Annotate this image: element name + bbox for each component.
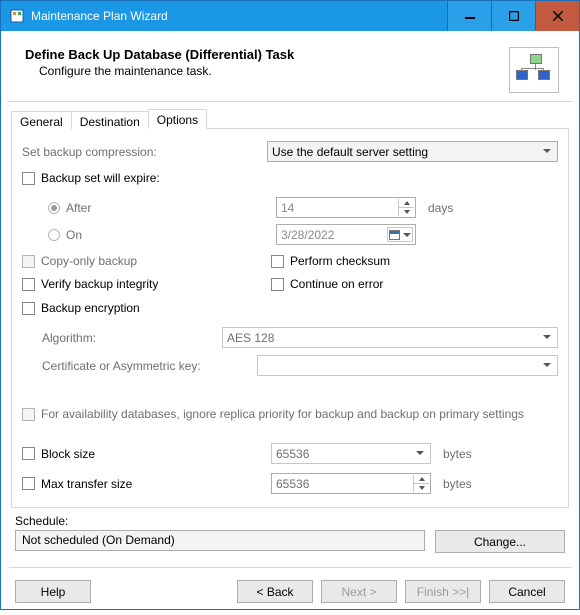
after-spinner: 14 bbox=[276, 197, 416, 218]
block-size-value: 65536 bbox=[276, 447, 309, 461]
page-subtitle: Configure the maintenance task. bbox=[25, 64, 509, 78]
on-radio bbox=[48, 229, 60, 241]
close-button[interactable] bbox=[535, 1, 579, 31]
after-radio bbox=[48, 202, 60, 214]
window-buttons bbox=[447, 1, 579, 31]
on-label: On bbox=[66, 228, 276, 242]
finish-button: Finish >>| bbox=[405, 580, 481, 603]
verify-integrity-label: Verify backup integrity bbox=[41, 277, 271, 291]
window-title: Maintenance Plan Wizard bbox=[31, 9, 447, 23]
change-button[interactable]: Change... bbox=[435, 530, 565, 553]
compression-label: Set backup compression: bbox=[22, 145, 267, 159]
chevron-down-icon bbox=[543, 335, 551, 339]
max-transfer-checkbox[interactable] bbox=[22, 477, 35, 490]
max-transfer-spinner: 65536 bbox=[271, 473, 431, 494]
algorithm-value: AES 128 bbox=[227, 331, 274, 345]
chevron-down-icon bbox=[543, 149, 551, 153]
max-transfer-value: 65536 bbox=[276, 477, 309, 491]
compression-value: Use the default server setting bbox=[272, 145, 428, 159]
perform-checksum-checkbox[interactable] bbox=[271, 255, 284, 268]
schedule-input: Not scheduled (On Demand) bbox=[15, 530, 425, 551]
encryption-checkbox[interactable] bbox=[22, 302, 35, 315]
wizard-header: Define Back Up Database (Differential) T… bbox=[1, 31, 579, 101]
compression-select[interactable]: Use the default server setting bbox=[267, 141, 558, 162]
block-size-checkbox[interactable] bbox=[22, 447, 35, 460]
max-transfer-unit: bytes bbox=[443, 477, 472, 491]
tab-general[interactable]: General bbox=[11, 111, 72, 129]
block-size-label: Block size bbox=[41, 447, 271, 461]
tabs: General Destination Options bbox=[11, 109, 206, 129]
minimize-button[interactable] bbox=[447, 1, 491, 31]
titlebar[interactable]: Maintenance Plan Wizard bbox=[1, 1, 579, 31]
continue-on-error-checkbox[interactable] bbox=[271, 278, 284, 291]
after-label: After bbox=[66, 201, 276, 215]
after-value: 14 bbox=[281, 201, 294, 215]
tab-options[interactable]: Options bbox=[148, 109, 207, 129]
on-value: 3/28/2022 bbox=[281, 228, 334, 242]
algorithm-label: Algorithm: bbox=[42, 331, 222, 345]
app-icon bbox=[9, 8, 25, 24]
cert-select bbox=[257, 355, 558, 376]
verify-integrity-checkbox[interactable] bbox=[22, 278, 35, 291]
chevron-down-icon bbox=[416, 451, 424, 455]
on-datepicker: 3/28/2022 bbox=[276, 224, 416, 245]
block-size-select: 65536 bbox=[271, 443, 431, 464]
ag-label: For availability databases, ignore repli… bbox=[41, 407, 524, 421]
calendar-icon bbox=[389, 230, 400, 240]
footer: Help < Back Next > Finish >>| Cancel bbox=[1, 568, 579, 615]
encryption-label: Backup encryption bbox=[41, 301, 140, 315]
schedule-area: Schedule: Not scheduled (On Demand) Chan… bbox=[15, 514, 565, 553]
continue-on-error-label: Continue on error bbox=[290, 277, 383, 291]
tab-destination[interactable]: Destination bbox=[71, 111, 149, 129]
page-title: Define Back Up Database (Differential) T… bbox=[25, 47, 509, 62]
options-panel: General Destination Options Set backup c… bbox=[11, 128, 569, 508]
perform-checksum-label: Perform checksum bbox=[290, 254, 390, 268]
copy-only-label: Copy-only backup bbox=[41, 254, 271, 268]
next-button: Next > bbox=[321, 580, 397, 603]
dialog-window: Maintenance Plan Wizard Define Back Up D… bbox=[0, 0, 580, 610]
maximize-button[interactable] bbox=[491, 1, 535, 31]
chevron-down-icon bbox=[543, 363, 551, 367]
max-transfer-label: Max transfer size bbox=[41, 477, 271, 491]
copy-only-checkbox bbox=[22, 255, 35, 268]
chevron-down-icon bbox=[403, 233, 411, 237]
cancel-button[interactable]: Cancel bbox=[489, 580, 565, 603]
help-button[interactable]: Help bbox=[15, 580, 91, 603]
block-size-unit: bytes bbox=[443, 447, 472, 461]
schedule-label: Schedule: bbox=[15, 514, 565, 528]
wizard-icon bbox=[509, 47, 559, 93]
back-button[interactable]: < Back bbox=[237, 580, 313, 603]
algorithm-select: AES 128 bbox=[222, 327, 558, 348]
expire-label: Backup set will expire: bbox=[41, 171, 160, 185]
ag-checkbox bbox=[22, 408, 35, 421]
cert-label: Certificate or Asymmetric key: bbox=[42, 359, 257, 373]
after-unit: days bbox=[428, 201, 453, 215]
expire-checkbox[interactable] bbox=[22, 172, 35, 185]
